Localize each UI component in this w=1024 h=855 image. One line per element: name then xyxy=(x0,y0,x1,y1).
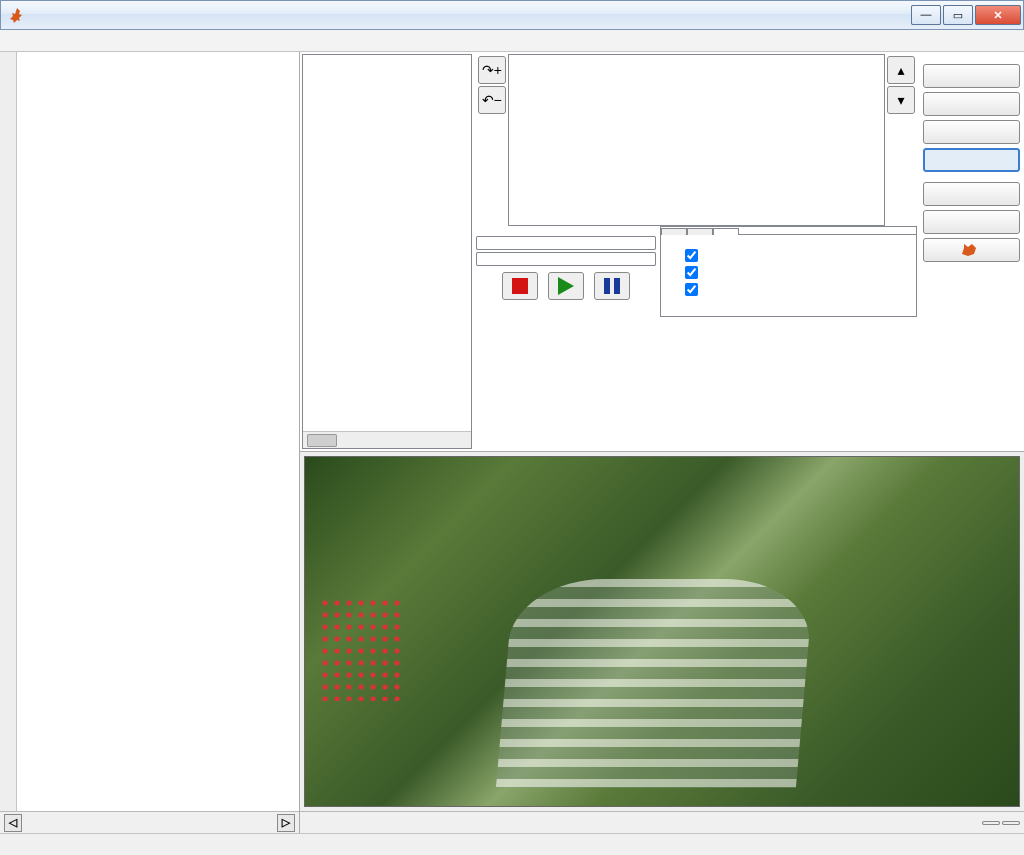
tab-filter[interactable] xyxy=(661,228,687,235)
tree-hscroll[interactable] xyxy=(303,431,471,448)
menu-actions[interactable] xyxy=(94,38,114,44)
tab-loader[interactable] xyxy=(687,228,713,235)
preview-move-button[interactable] xyxy=(982,821,1000,825)
preview-rename-button[interactable] xyxy=(1002,821,1020,825)
thumbnail-panel: ◁ ▷ xyxy=(0,52,300,833)
progress-2 xyxy=(476,252,656,266)
path-list[interactable] xyxy=(508,54,885,226)
fox-icon xyxy=(962,242,978,258)
pause-button[interactable] xyxy=(594,272,630,300)
status-bar xyxy=(0,833,1024,855)
path-down-button[interactable]: ▾ xyxy=(887,86,915,114)
side-buttons xyxy=(919,52,1024,451)
add-path-button[interactable]: ↷+ xyxy=(478,56,506,84)
close-button[interactable]: ✕ xyxy=(975,5,1021,25)
chk-lower-res[interactable] xyxy=(685,266,908,279)
titlebar: — ▭ ✕ xyxy=(0,0,1024,30)
preview-infobar xyxy=(300,811,1024,833)
menu-options[interactable] xyxy=(116,38,136,44)
autoselect-button[interactable] xyxy=(923,148,1020,172)
chk-smaller-size[interactable] xyxy=(685,283,908,296)
menu-view[interactable] xyxy=(50,38,70,44)
folder-tree[interactable] xyxy=(302,54,472,449)
pager-next-button[interactable]: ▷ xyxy=(277,814,295,832)
tab-autoselect[interactable] xyxy=(713,228,739,235)
menu-help[interactable] xyxy=(160,38,180,44)
preview-image[interactable] xyxy=(304,456,1020,807)
move-button[interactable] xyxy=(923,182,1020,206)
play-button[interactable] xyxy=(548,272,584,300)
app-icon xyxy=(9,7,25,23)
path-up-button[interactable]: ▴ xyxy=(887,56,915,84)
stop-button[interactable] xyxy=(502,272,538,300)
scan-stats xyxy=(476,226,656,234)
maximize-button[interactable]: ▭ xyxy=(943,5,973,25)
about-button[interactable] xyxy=(923,238,1020,262)
unignore-button[interactable] xyxy=(923,64,1020,88)
thumb-scrollbar[interactable] xyxy=(0,52,17,811)
menu-file[interactable] xyxy=(6,38,26,44)
menu-bar xyxy=(0,30,1024,52)
remove-path-button[interactable]: ↶− xyxy=(478,86,506,114)
pager-prev-button[interactable]: ◁ xyxy=(4,814,22,832)
unselect-button[interactable] xyxy=(923,92,1020,116)
pager: ◁ ▷ xyxy=(0,811,299,833)
chk-uncompressed[interactable] xyxy=(685,249,908,262)
ignore-folder-button[interactable] xyxy=(923,120,1020,144)
minimize-button[interactable]: — xyxy=(911,5,941,25)
menu-tools[interactable] xyxy=(72,38,92,44)
menu-edit[interactable] xyxy=(28,38,48,44)
menu-window[interactable] xyxy=(138,38,158,44)
progress-1 xyxy=(476,236,656,250)
options-tabs xyxy=(660,226,917,317)
delete-button[interactable] xyxy=(923,210,1020,234)
